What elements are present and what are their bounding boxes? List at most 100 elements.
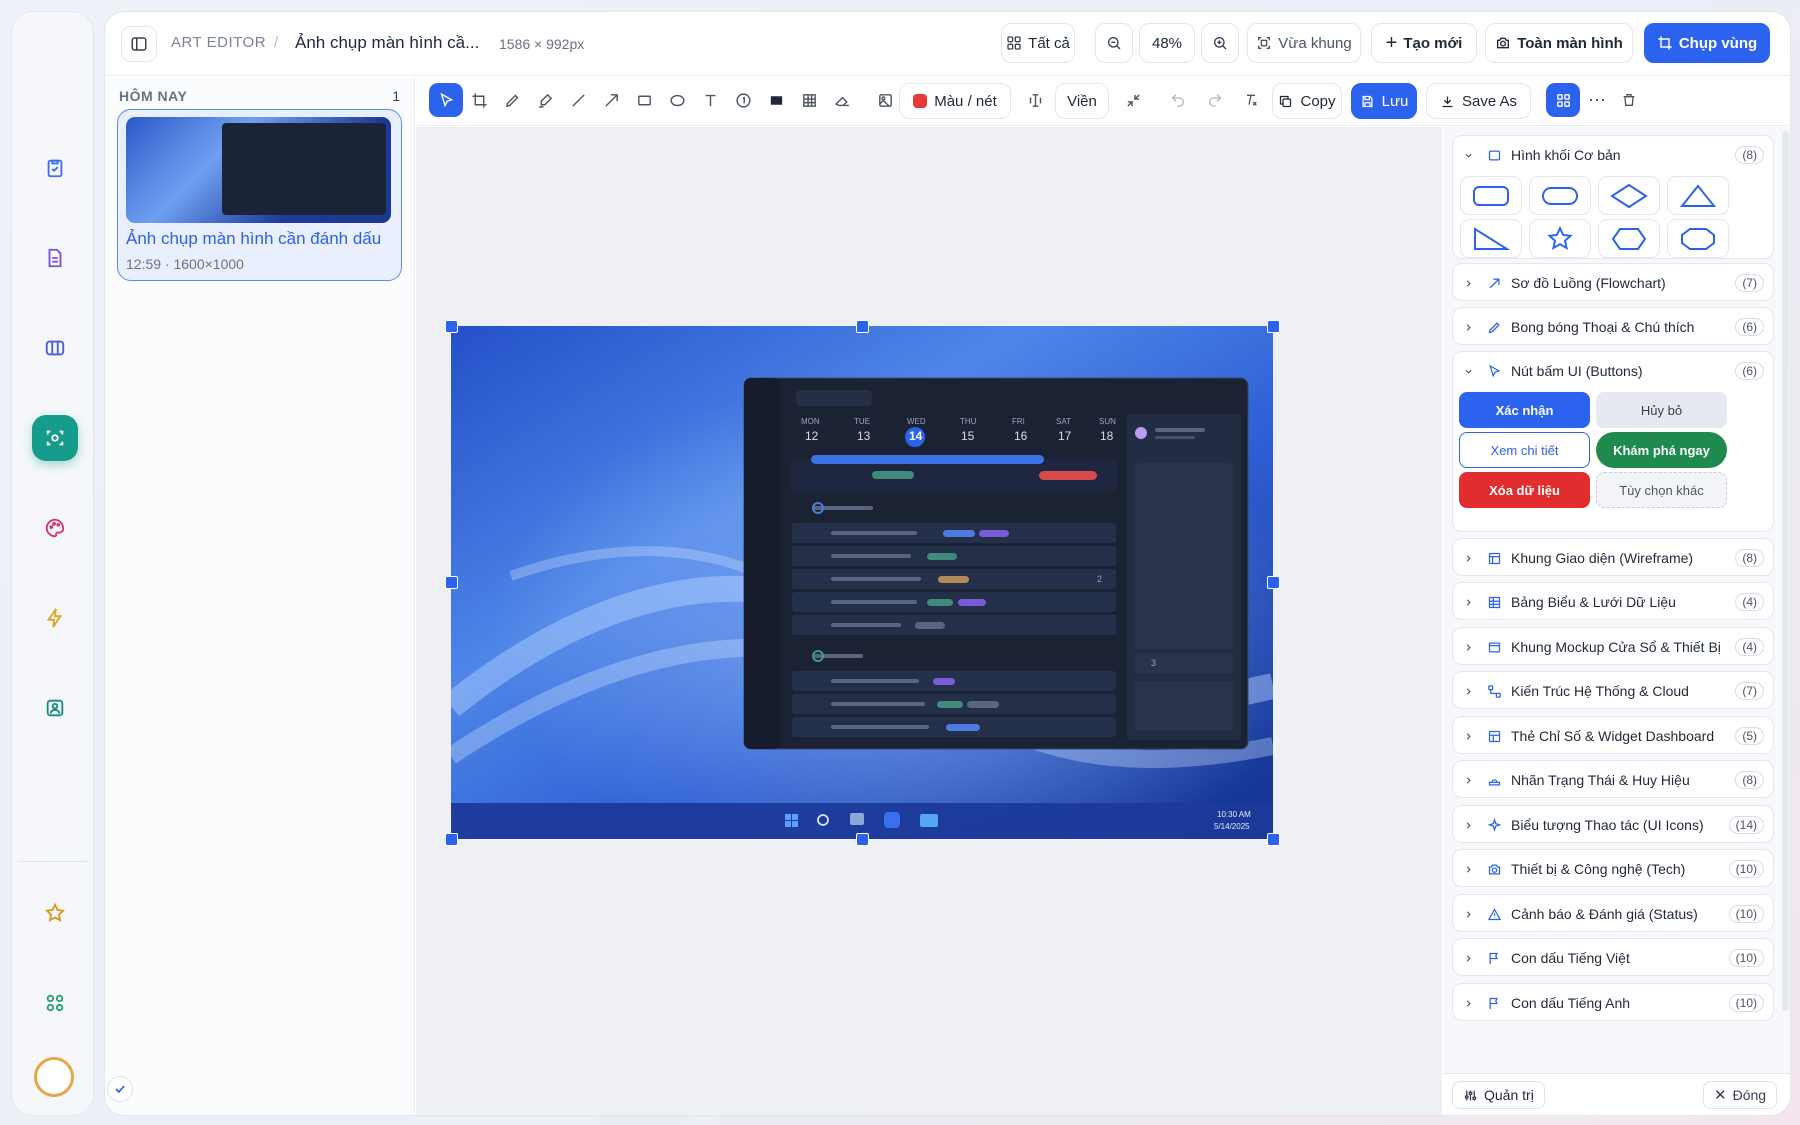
canvas-area[interactable]: MON TUE WED THU FRI SAT SUN 12 13 14 15 … (416, 127, 1442, 1115)
captured-screenshot[interactable]: MON TUE WED THU FRI SAT SUN 12 13 14 15 … (451, 326, 1273, 839)
shape-rounded-rect[interactable] (1460, 176, 1522, 215)
ui-button-explore[interactable]: Khám phá ngay (1596, 432, 1727, 468)
stroke-width-tool[interactable] (1018, 83, 1052, 117)
apps-grid-icon[interactable] (32, 980, 78, 1026)
number-tool[interactable] (726, 83, 760, 117)
section-header[interactable]: Nhãn Trạng Thái & Huy Hiệu (8) (1453, 761, 1773, 799)
color-stroke-button[interactable]: Màu / nét (899, 83, 1011, 119)
section-header[interactable]: Con dấu Tiếng Việt (10) (1453, 939, 1773, 977)
section-bubbles[interactable]: Bong bóng Thoại & Chú thích (6) (1452, 307, 1774, 345)
section-wireframe[interactable]: Khung Giao diện (Wireframe) (8) (1452, 538, 1774, 576)
save-as-button[interactable]: Save As (1426, 83, 1531, 119)
history-item[interactable]: Ảnh chụp màn hình cần đánh dấu 12:59 · 1… (117, 109, 402, 281)
section-header[interactable]: Con dấu Tiếng Anh (10) (1453, 984, 1773, 1022)
redo-button[interactable] (1198, 83, 1232, 117)
columns-icon[interactable] (32, 325, 78, 371)
user-avatar[interactable] (34, 1057, 74, 1097)
marker-tool[interactable] (528, 83, 562, 117)
shapes-panel-toggle[interactable] (1546, 83, 1580, 117)
ui-button-confirm[interactable]: Xác nhận (1459, 392, 1590, 428)
section-badges[interactable]: Nhãn Trạng Thái & Huy Hiệu (8) (1452, 760, 1774, 798)
delete-button[interactable] (1612, 83, 1646, 117)
select-tool[interactable] (429, 83, 463, 117)
new-button[interactable]: + Tạo mới (1371, 23, 1477, 63)
shape-triangle[interactable] (1667, 176, 1729, 215)
more-options-button[interactable]: ⋯ (1580, 83, 1614, 117)
fullscreen-capture-button[interactable]: Toàn màn hình (1485, 23, 1633, 63)
eraser-tool[interactable] (825, 83, 859, 117)
shape-pill[interactable] (1529, 176, 1591, 215)
lightning-icon[interactable] (32, 595, 78, 641)
close-panel-button[interactable]: ✕ Đóng (1703, 1081, 1778, 1109)
ui-button-details[interactable]: Xem chi tiết (1459, 432, 1590, 468)
section-header[interactable]: Hình khối Cơ bản (8) (1453, 136, 1773, 174)
insert-image-tool[interactable] (868, 83, 902, 117)
text-tool[interactable] (693, 83, 727, 117)
shape-octagon[interactable] (1667, 219, 1729, 258)
resize-handle-n[interactable] (856, 320, 869, 333)
resize-handle-nw[interactable] (445, 320, 458, 333)
section-header[interactable]: Biểu tượng Thao tác (UI Icons) (14) (1453, 806, 1773, 844)
table-tool[interactable] (792, 83, 826, 117)
section-header[interactable]: Bảng Biểu & Lưới Dữ Liệu (4) (1453, 583, 1773, 621)
resize-handle-se[interactable] (1267, 833, 1280, 846)
zoom-in-button[interactable] (1201, 23, 1239, 63)
shape-star[interactable] (1529, 219, 1591, 258)
section-header[interactable]: Cảnh báo & Đánh giá (Status) (10) (1453, 895, 1773, 933)
breadcrumb-root[interactable]: ART EDITOR (171, 34, 266, 51)
section-architecture[interactable]: Kiến Trúc Hệ Thống & Cloud (7) (1452, 671, 1774, 709)
resize-handle-w[interactable] (445, 576, 458, 589)
zoom-out-button[interactable] (1095, 23, 1133, 63)
ui-button-other[interactable]: Tùy chọn khác (1596, 472, 1727, 508)
ui-button-delete[interactable]: Xóa dữ liệu (1459, 472, 1590, 508)
resize-handle-sw[interactable] (445, 833, 458, 846)
resize-handle-ne[interactable] (1267, 320, 1280, 333)
section-mockups[interactable]: Khung Mockup Cửa Sổ & Thiết Bị (4) (1452, 627, 1774, 665)
section-header[interactable]: Khung Giao diện (Wireframe) (8) (1453, 539, 1773, 577)
star-icon[interactable] (32, 890, 78, 936)
border-button[interactable]: Viền (1055, 83, 1109, 119)
section-status[interactable]: Cảnh báo & Đánh giá (Status) (10) (1452, 894, 1774, 932)
section-flowchart[interactable]: Sơ đồ Luồng (Flowchart) (7) (1452, 263, 1774, 301)
resize-tool[interactable] (1116, 83, 1150, 117)
section-header[interactable]: Sơ đồ Luồng (Flowchart) (7) (1453, 264, 1773, 302)
section-stamps-en[interactable]: Con dấu Tiếng Anh (10) (1452, 983, 1774, 1021)
zoom-level[interactable]: 48% (1139, 23, 1195, 63)
rectangle-tool[interactable] (627, 83, 661, 117)
toggle-sidebar-button[interactable] (121, 26, 157, 62)
section-header[interactable]: Khung Mockup Cửa Sổ & Thiết Bị (4) (1453, 628, 1773, 666)
shape-hexagon[interactable] (1598, 219, 1660, 258)
pen-tool[interactable] (495, 83, 529, 117)
screenshot-icon[interactable] (32, 415, 78, 461)
admin-button[interactable]: Quản trị (1452, 1081, 1545, 1109)
section-ui-icons[interactable]: Biểu tượng Thao tác (UI Icons) (14) (1452, 805, 1774, 843)
section-widgets[interactable]: Thẻ Chỉ Số & Widget Dashboard (5) (1452, 716, 1774, 754)
fit-frame-button[interactable]: Vừa khung (1247, 23, 1361, 63)
check-icon[interactable] (107, 1076, 133, 1102)
shape-diamond[interactable] (1598, 176, 1660, 215)
section-tables[interactable]: Bảng Biểu & Lưới Dữ Liệu (4) (1452, 582, 1774, 620)
save-button[interactable]: Lưu (1351, 83, 1417, 119)
ui-button-cancel[interactable]: Hủy bỏ (1596, 392, 1727, 428)
image-icon[interactable] (32, 685, 78, 731)
resize-handle-e[interactable] (1267, 576, 1280, 589)
all-button[interactable]: Tất cả (1001, 23, 1075, 63)
section-header[interactable]: Bong bóng Thoại & Chú thích (6) (1453, 308, 1773, 346)
undo-button[interactable] (1161, 83, 1195, 117)
palette-icon[interactable] (32, 505, 78, 551)
panel-scrollbar[interactable] (1782, 131, 1789, 1011)
clear-format-button[interactable] (1234, 83, 1268, 117)
line-tool[interactable] (561, 83, 595, 117)
tasks-icon[interactable] (32, 145, 78, 191)
capture-region-button[interactable]: Chụp vùng (1644, 23, 1770, 63)
document-icon[interactable] (32, 235, 78, 281)
redact-tool[interactable] (759, 83, 793, 117)
section-tech[interactable]: Thiết bị & Công nghệ (Tech) (10) (1452, 849, 1774, 887)
section-header[interactable]: Thiết bị & Công nghệ (Tech) (10) (1453, 850, 1773, 888)
section-header[interactable]: Nút bấm UI (Buttons) (6) (1453, 352, 1773, 390)
section-stamps-vi[interactable]: Con dấu Tiếng Việt (10) (1452, 938, 1774, 976)
resize-handle-s[interactable] (856, 833, 869, 846)
section-header[interactable]: Thẻ Chỉ Số & Widget Dashboard (5) (1453, 717, 1773, 755)
crop-tool[interactable] (462, 83, 496, 117)
copy-button[interactable]: Copy (1272, 83, 1342, 119)
